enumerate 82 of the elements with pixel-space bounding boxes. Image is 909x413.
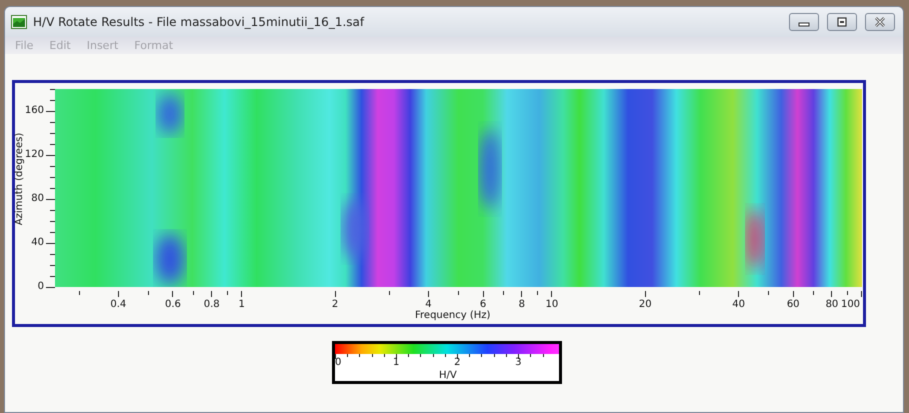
tick-mark: [444, 354, 446, 357]
axis-label: 100: [840, 299, 860, 311]
tick-mark: [50, 88, 55, 90]
tick-mark: [847, 291, 848, 295]
close-icon: [873, 17, 887, 27]
tick-mark: [503, 291, 504, 295]
tick-mark: [861, 291, 862, 297]
tick-mark: [118, 291, 119, 297]
axis-label: 0.8: [204, 299, 220, 311]
tick-mark: [482, 291, 484, 297]
colorbar-tick-label: 1: [393, 357, 400, 369]
heatmap-spot: [156, 234, 184, 284]
tick-mark: [335, 354, 336, 359]
tick-mark: [506, 354, 507, 357]
tick-mark: [518, 354, 520, 359]
axis-label: 120: [24, 149, 44, 161]
tick-mark: [79, 291, 80, 295]
heatmap-spot: [343, 199, 367, 259]
axis-label: 60: [786, 299, 800, 311]
tick-mark: [389, 291, 390, 295]
axis-label: 20: [638, 299, 652, 311]
tick-mark: [334, 291, 336, 297]
axis-label: 80: [31, 193, 44, 205]
tick-mark: [50, 220, 55, 222]
axis-label: 40: [732, 299, 745, 311]
tick-mark: [384, 354, 385, 357]
tick-mark: [537, 291, 538, 295]
window-title: H/V Rotate Results - File massabovi_15minutii_16_1.saf: [33, 15, 366, 29]
tick-mark: [193, 291, 194, 295]
minimize-button[interactable]: [789, 13, 819, 31]
tick-mark: [457, 354, 458, 359]
tick-mark: [792, 291, 794, 297]
tick-mark: [768, 291, 770, 295]
axis-label: 40: [31, 237, 44, 249]
tick-mark: [46, 154, 55, 156]
axis-label: 6: [480, 299, 486, 310]
axis-label: 4: [425, 299, 432, 310]
colorbar-tick-label: 3: [515, 357, 522, 369]
colorbar-tick-label: 0: [335, 357, 342, 369]
axis-label: 0.6: [164, 299, 181, 311]
maximize-button[interactable]: [827, 13, 857, 31]
tick-mark: [699, 291, 700, 295]
maximize-icon: [835, 17, 849, 27]
close-button[interactable]: [865, 13, 895, 31]
tick-mark: [50, 132, 55, 134]
colorbar-title: H/V: [439, 370, 457, 382]
tick-mark: [148, 291, 149, 295]
app-icon: [11, 15, 27, 29]
axis-title: Frequency (Hz): [415, 310, 490, 322]
tick-mark: [46, 110, 55, 112]
axis-label: 10: [546, 299, 558, 311]
tick-mark: [46, 198, 55, 200]
tick-mark: [46, 286, 55, 288]
tick-mark: [396, 354, 398, 359]
heatmap-spot: [158, 94, 182, 134]
tick-mark: [428, 291, 429, 297]
axis-label: 160: [24, 105, 44, 117]
tick-mark: [521, 291, 522, 297]
axis-label: 2: [332, 299, 338, 311]
tick-mark: [241, 291, 242, 297]
tick-mark: [458, 291, 459, 295]
axis-label: 0.4: [110, 299, 126, 311]
tick-mark: [408, 354, 410, 357]
tick-mark: [50, 176, 55, 178]
axis-label: 8: [518, 299, 525, 311]
colorbar-tick-label: 2: [454, 357, 460, 369]
tick-mark: [644, 291, 646, 297]
tick-mark: [50, 264, 55, 266]
axis-title: Azimuth (degrees): [14, 132, 26, 226]
heatmap-spot: [747, 209, 763, 269]
tick-mark: [347, 354, 348, 357]
tick-mark: [831, 291, 832, 297]
tick-mark: [738, 291, 740, 297]
tick-mark: [813, 291, 814, 295]
tick-mark: [227, 291, 228, 295]
axis-label: 0: [38, 281, 44, 293]
axis-label: 1: [238, 299, 245, 311]
tick-mark: [172, 291, 174, 297]
tick-mark: [211, 291, 212, 297]
tick-mark: [551, 291, 552, 297]
axis-label: 80: [826, 299, 838, 311]
tick-mark: [46, 242, 55, 244]
